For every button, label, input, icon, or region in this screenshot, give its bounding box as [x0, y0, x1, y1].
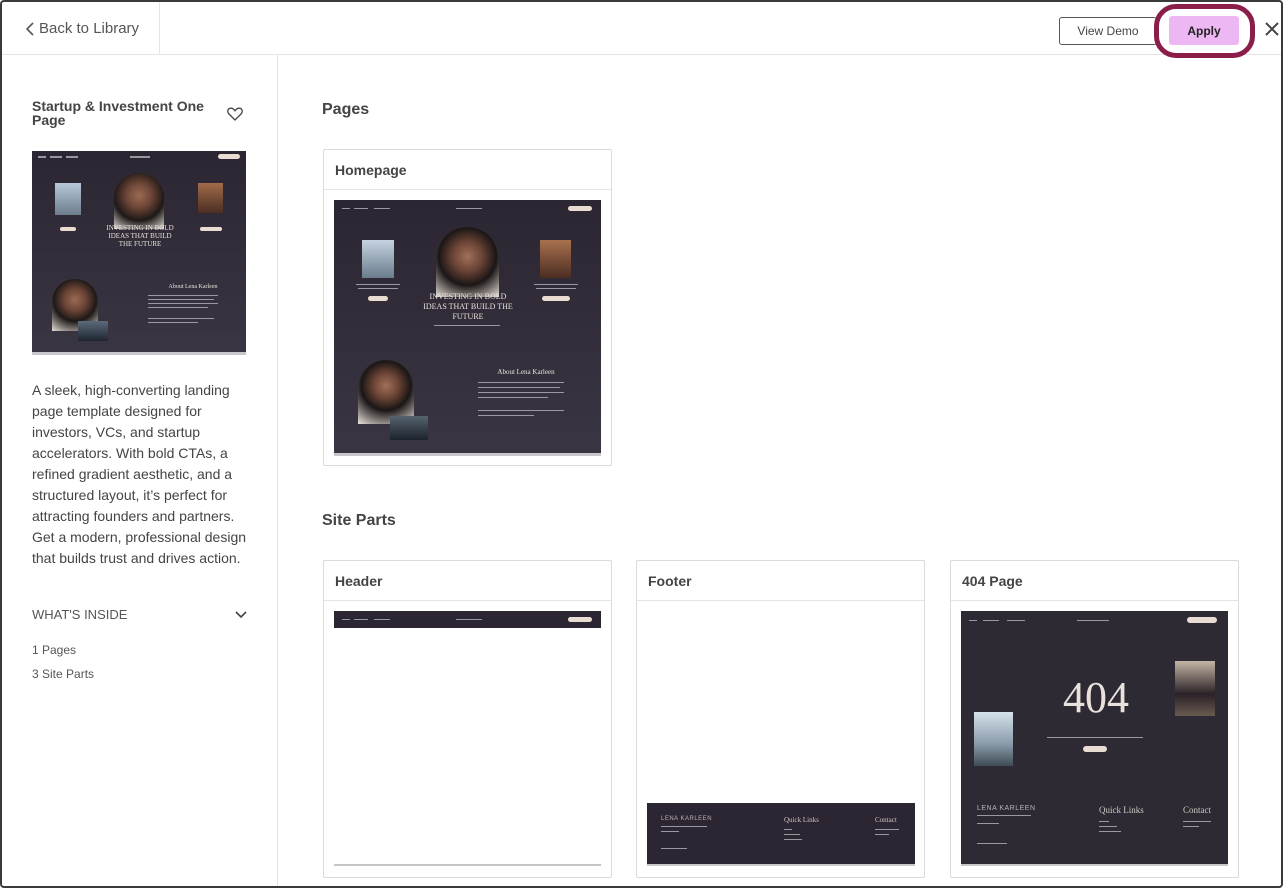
template-detail-window: Back to Library View Demo Apply Startup …	[0, 0, 1283, 888]
pages-count: 1 Pages	[32, 643, 77, 657]
portrait-photo	[114, 173, 164, 229]
thumb-hero-heading: INVESTING IN BOLD IDEAS THAT BUILD THE F…	[106, 224, 174, 248]
whats-inside-toggle[interactable]: WHAT'S INSIDE	[32, 607, 247, 622]
footer-quick-links: Quick Links	[784, 816, 819, 824]
site-part-card-header[interactable]: Header	[323, 560, 612, 878]
card-title: 404 Page	[951, 561, 1238, 601]
portrait-photo	[436, 227, 499, 297]
preview-hero-heading: INVESTING IN BOLD IDEAS THAT BUILD THE F…	[423, 292, 513, 321]
site-part-card-404[interactable]: 404 Page 404 LENA KARLEEN Quick Links Co…	[950, 560, 1239, 878]
site-parts-count: 3 Site Parts	[32, 667, 95, 681]
card-title: Homepage	[324, 150, 611, 190]
template-description: A sleek, high-converting landing page te…	[32, 382, 247, 566]
404-contact: Contact	[1183, 805, 1211, 815]
office-photo	[540, 240, 571, 278]
back-to-library-link[interactable]: Back to Library	[2, 2, 160, 55]
heart-icon[interactable]	[227, 107, 243, 121]
pages-section-title: Pages	[322, 101, 370, 118]
card-title: Footer	[637, 561, 924, 601]
page-card-homepage[interactable]: Homepage INVESTING IN BOLD IDEAS THAT BU…	[323, 149, 612, 466]
meeting-photo	[78, 321, 108, 341]
close-icon[interactable]	[1262, 19, 1282, 39]
404-preview: 404 LENA KARLEEN Quick Links Contact	[961, 611, 1228, 866]
header-preview	[334, 611, 601, 628]
footer-logo: LENA KARLEEN	[661, 816, 713, 822]
view-demo-button[interactable]: View Demo	[1059, 17, 1157, 45]
main-content: Pages Homepage INVESTING IN BOLD IDEAS T…	[279, 55, 1281, 886]
site-part-card-footer[interactable]: Footer LENA KARLEEN Quick Links Contact	[636, 560, 925, 878]
chevron-down-icon	[235, 610, 247, 618]
apply-button[interactable]: Apply	[1169, 16, 1239, 45]
office-photo	[1175, 661, 1215, 716]
footer-contact: Contact	[875, 816, 897, 824]
404-quick-links: Quick Links	[1099, 805, 1144, 815]
preview-about-heading: About Lena Karleen	[497, 368, 555, 376]
error-code: 404	[1063, 673, 1129, 722]
top-bar: Back to Library View Demo Apply	[2, 2, 1282, 58]
template-thumbnail: INVESTING IN BOLD IDEAS THAT BUILD THE F…	[32, 151, 246, 355]
office-photo	[198, 183, 223, 213]
city-photo	[362, 240, 394, 278]
city-photo	[974, 712, 1013, 766]
chevron-left-icon	[26, 21, 34, 36]
thumb-nav	[32, 151, 246, 163]
site-parts-section-title: Site Parts	[322, 512, 396, 529]
homepage-preview: INVESTING IN BOLD IDEAS THAT BUILD THE F…	[334, 200, 601, 456]
whats-inside-label: WHAT'S INSIDE	[32, 607, 128, 622]
thumb-about-heading: About Lena Karleen	[168, 284, 218, 290]
card-title: Header	[324, 561, 611, 601]
template-title: Startup & Investment One Page	[32, 98, 204, 128]
footer-preview: LENA KARLEEN Quick Links Contact	[647, 803, 915, 866]
back-label: Back to Library	[39, 20, 140, 37]
meeting-photo	[390, 416, 428, 440]
about-photo	[358, 360, 414, 424]
404-footer-logo: LENA KARLEEN	[977, 805, 1036, 812]
template-sidebar: Startup & Investment One Page INVESTING …	[2, 55, 278, 886]
city-photo	[55, 183, 81, 215]
